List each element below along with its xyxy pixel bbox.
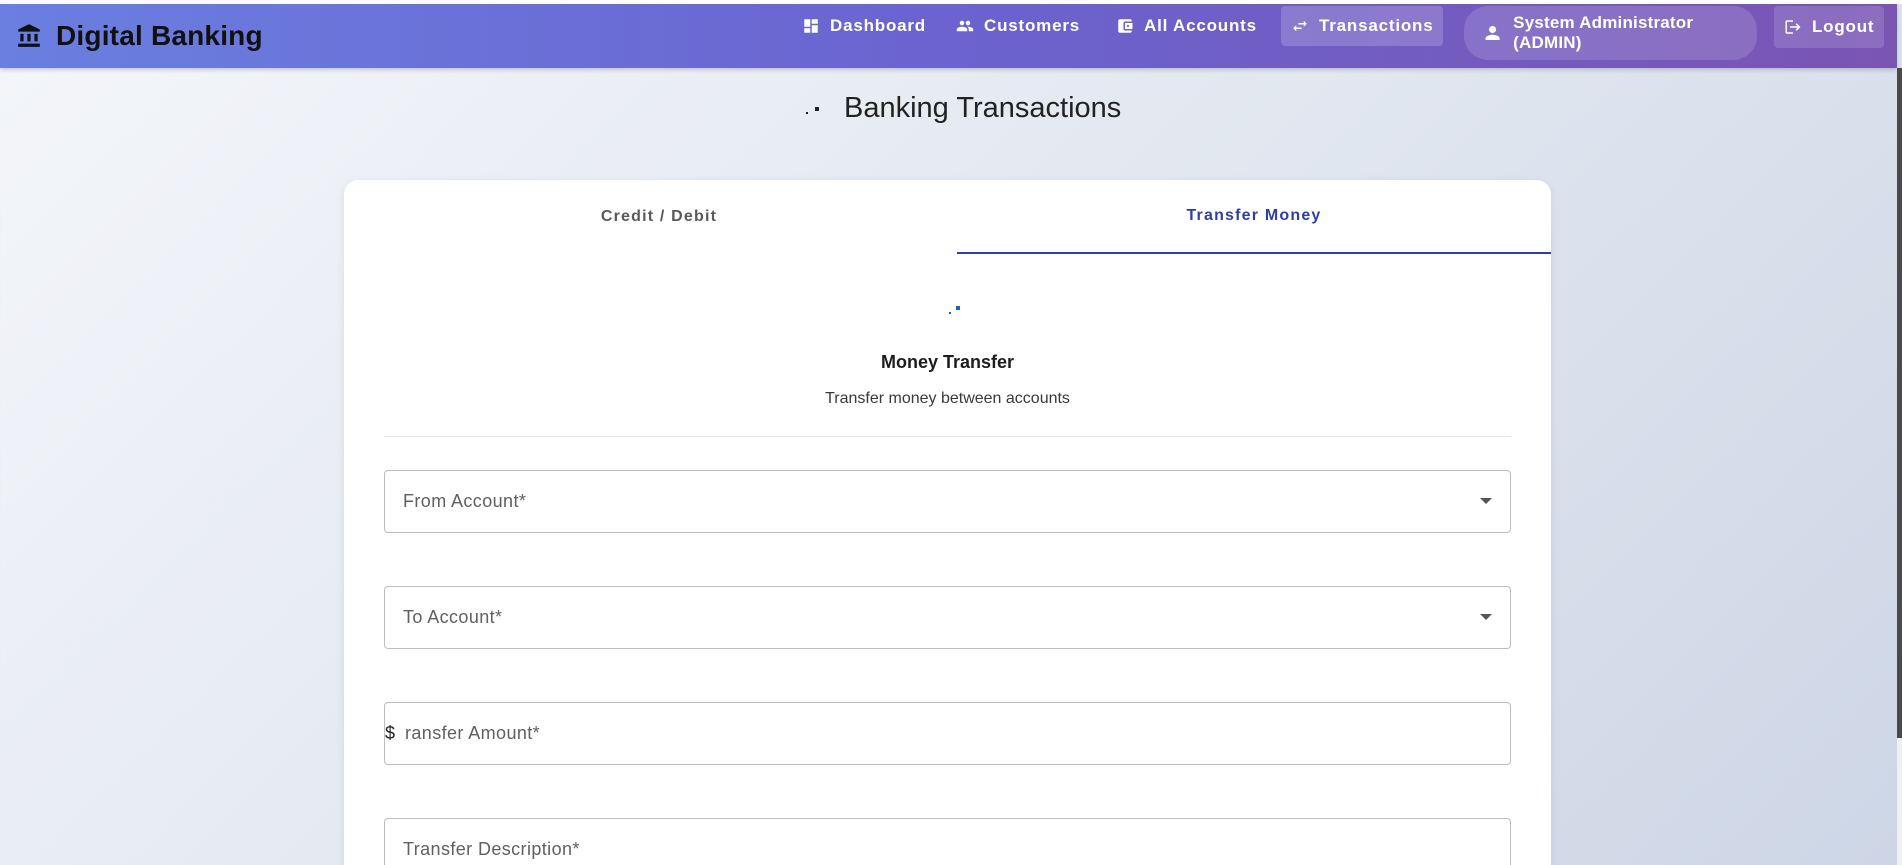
swap-arrows-icon xyxy=(1293,20,1307,32)
brand[interactable]: Digital Banking xyxy=(16,16,263,56)
loading-icon xyxy=(800,98,830,118)
scrollbar-thumb[interactable] xyxy=(1897,68,1902,738)
nav-transactions-label: Transactions xyxy=(1319,16,1434,35)
to-account-select[interactable]: To Account* xyxy=(384,586,1511,649)
logout-label: Logout xyxy=(1812,17,1875,36)
page-header: Banking Transactions xyxy=(800,88,1121,128)
nav-dashboard[interactable]: Dashboard xyxy=(792,6,936,46)
dashboard-icon xyxy=(804,19,818,33)
currency-prefix: $ xyxy=(385,723,396,743)
page-title: Banking Transactions xyxy=(844,91,1122,124)
divider xyxy=(384,436,1511,437)
person-icon xyxy=(1485,25,1500,41)
transactions-card: Credit / Debit Transfer Money Money Tran… xyxy=(344,180,1551,865)
app-title: Digital Banking xyxy=(56,20,263,51)
tab-credit-debit-label: Credit / Debit xyxy=(600,208,718,225)
nav-customers[interactable]: Customers xyxy=(946,6,1090,46)
wallet-icon xyxy=(1118,19,1133,33)
transfer-amount-input[interactable]: $ ransfer Amount* xyxy=(384,702,1511,765)
nav-all-accounts-label: All Accounts xyxy=(1144,16,1257,35)
section-subtitle: Transfer money between accounts xyxy=(825,390,1070,407)
bank-icon xyxy=(16,23,42,49)
user-menu[interactable]: System Administrator (ADMIN) xyxy=(1464,6,1757,60)
section-title: Money Transfer xyxy=(880,352,1015,372)
tab-transfer-money-label: Transfer Money xyxy=(1186,207,1322,224)
scrollbar[interactable] xyxy=(1897,68,1902,865)
logout-button[interactable]: Logout xyxy=(1774,6,1885,48)
transfer-description-input[interactable]: Transfer Description* xyxy=(384,818,1511,865)
to-account-label: To Account* xyxy=(403,607,503,627)
dropdown-arrow-icon xyxy=(1480,614,1492,620)
people-icon xyxy=(956,20,974,32)
tab-credit-debit[interactable]: Credit / Debit xyxy=(362,180,956,254)
tab-bar: Credit / Debit Transfer Money xyxy=(362,180,1551,254)
from-account-select[interactable]: From Account* xyxy=(384,470,1511,533)
nav-transactions[interactable]: Transactions xyxy=(1281,6,1444,46)
loading-icon xyxy=(946,302,962,316)
nav-all-accounts[interactable]: All Accounts xyxy=(1106,6,1267,46)
transfer-description-label: Transfer Description* xyxy=(403,839,580,859)
tab-transfer-money[interactable]: Transfer Money xyxy=(957,180,1551,254)
navbar: Digital Banking Dashboard Customers All … xyxy=(0,4,1897,68)
logout-icon xyxy=(1785,20,1801,34)
from-account-label: From Account* xyxy=(403,491,527,511)
nav-customers-label: Customers xyxy=(984,16,1081,35)
user-label: System Administrator (ADMIN) xyxy=(1513,13,1694,52)
transfer-amount-label: ransfer Amount* xyxy=(405,723,541,743)
nav-dashboard-label: Dashboard xyxy=(830,16,926,35)
dropdown-arrow-icon xyxy=(1480,498,1492,504)
